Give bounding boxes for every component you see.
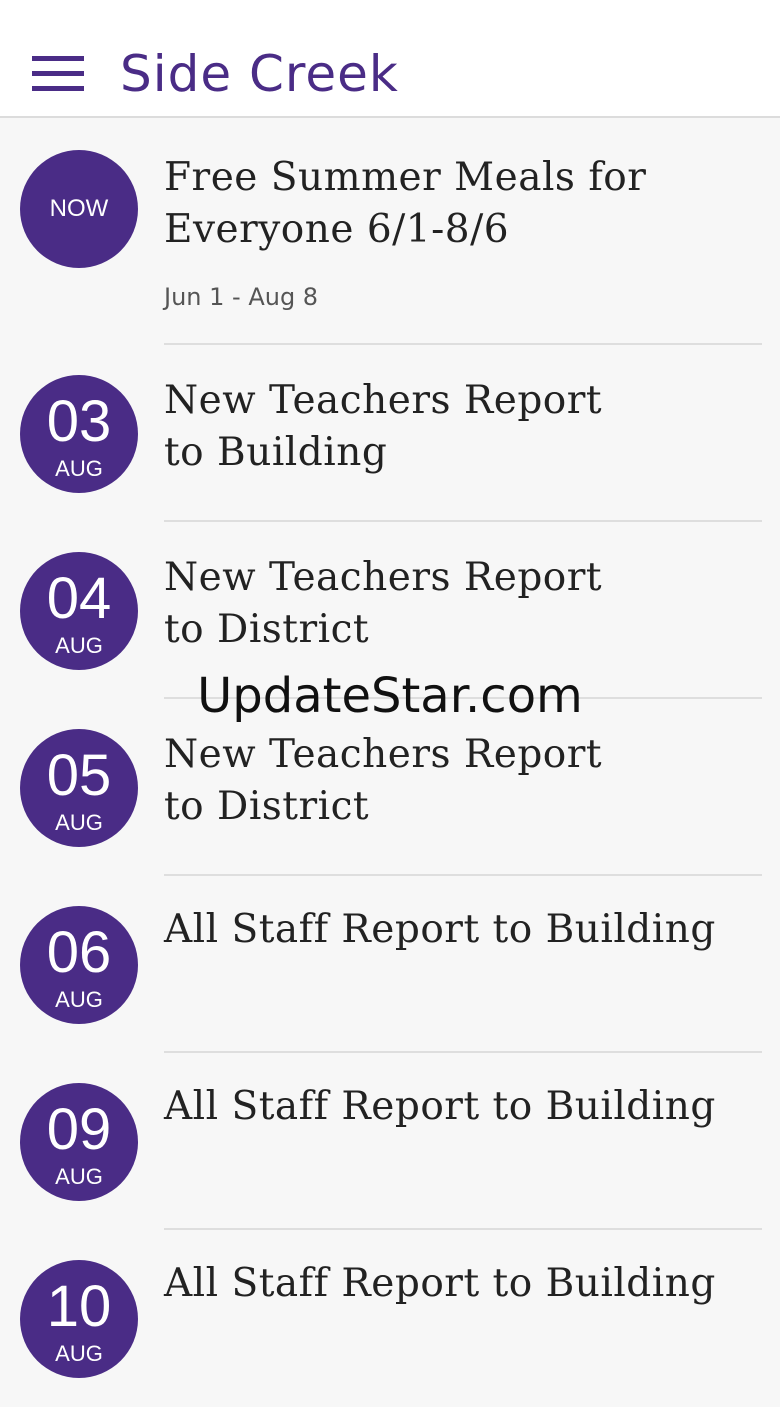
- event-title: New Teachers Report to District: [164, 729, 754, 833]
- badge-day: 10: [46, 1274, 112, 1339]
- event-title: All Staff Report to Building: [164, 1261, 716, 1306]
- event-title-line: to Building: [164, 430, 388, 475]
- event-title: All Staff Report to Building: [164, 907, 716, 952]
- event-title-line: New Teachers Report: [164, 555, 603, 600]
- event-title-line: New Teachers Report: [164, 378, 603, 423]
- badge-month: AUG: [55, 456, 103, 481]
- event-title: New Teachers Report to District: [164, 552, 754, 656]
- event-list: NOW Free Summer Meals for Everyone 6/1-8…: [0, 120, 780, 1407]
- date-badge: 05 AUG: [20, 729, 138, 847]
- menu-bar-middle: [32, 71, 84, 76]
- event-item[interactable]: 03 AUG New Teachers Report to Building: [0, 345, 780, 522]
- date-badge: 06 AUG: [20, 906, 138, 1024]
- date-badge: 09 AUG: [20, 1083, 138, 1201]
- event-title-line: to District: [164, 784, 370, 829]
- badge-day: 09: [46, 1097, 112, 1162]
- event-title: Free Summer Meals for Everyone 6/1-8/6: [164, 152, 754, 256]
- event-title: New Teachers Report to Building: [164, 375, 754, 479]
- menu-bar-top: [32, 56, 84, 61]
- event-date-range: Jun 1 - Aug 8: [164, 283, 319, 311]
- event-title-line: Everyone 6/1-8/6: [164, 207, 510, 252]
- badge-month: AUG: [55, 987, 103, 1012]
- menu-bar-bottom: [32, 86, 84, 91]
- badge-day: 05: [46, 743, 112, 808]
- date-badge: NOW: [20, 150, 138, 268]
- event-item[interactable]: 05 AUG New Teachers Report to District: [0, 699, 780, 876]
- event-item[interactable]: 09 AUG All Staff Report to Building: [0, 1053, 780, 1230]
- event-item[interactable]: NOW Free Summer Meals for Everyone 6/1-8…: [0, 120, 780, 345]
- badge-month: AUG: [55, 633, 103, 658]
- badge-month: AUG: [55, 1341, 103, 1366]
- date-badge: 10 AUG: [20, 1260, 138, 1378]
- now-badge-label: NOW: [49, 195, 109, 222]
- hamburger-menu-icon[interactable]: [32, 56, 84, 92]
- event-item[interactable]: 04 AUG New Teachers Report to District: [0, 522, 780, 699]
- event-item[interactable]: 10 AUG All Staff Report to Building: [0, 1230, 780, 1407]
- app-header: Side Creek: [0, 0, 780, 118]
- event-title: All Staff Report to Building: [164, 1084, 716, 1129]
- event-item[interactable]: 06 AUG All Staff Report to Building: [0, 876, 780, 1053]
- event-title-line: to District: [164, 607, 370, 652]
- date-badge: 04 AUG: [20, 552, 138, 670]
- date-badge: 03 AUG: [20, 375, 138, 493]
- badge-month: AUG: [55, 810, 103, 835]
- event-title-line: New Teachers Report: [164, 732, 603, 777]
- badge-day: 04: [46, 566, 112, 631]
- badge-day: 03: [46, 389, 112, 454]
- badge-day: 06: [46, 920, 112, 985]
- event-title-line: Free Summer Meals for: [164, 155, 647, 200]
- page-title: Side Creek: [120, 45, 399, 103]
- badge-month: AUG: [55, 1164, 103, 1189]
